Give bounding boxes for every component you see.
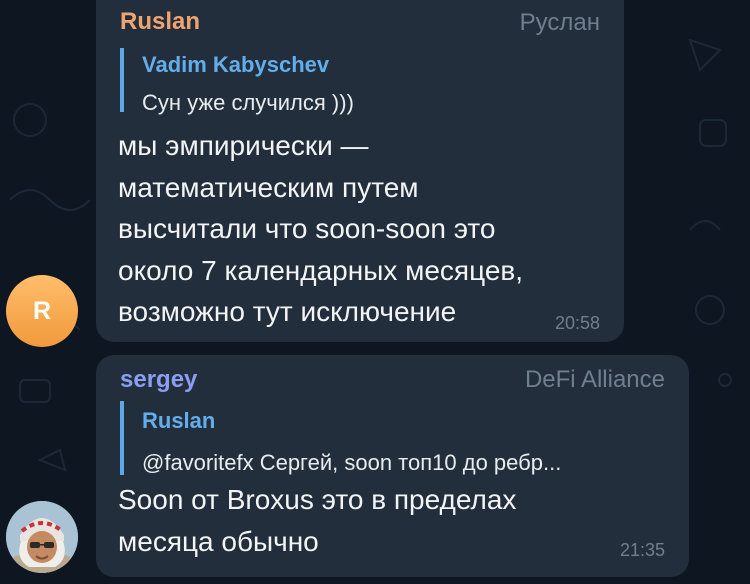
avatar[interactable]: R: [6, 275, 78, 347]
message-line: около 7 календарных месяцев,: [118, 254, 524, 286]
message-time: 21:35: [619, 540, 665, 560]
message-bubble[interactable]: Ruslan Руслан Vadim Kabyschev Сун уже сл…: [96, 0, 624, 342]
message-line: мы эмпирически —: [118, 130, 369, 161]
reply-text: Сун уже случился ))): [142, 90, 354, 115]
message-line: возможно тут исключение: [118, 296, 457, 328]
avatar[interactable]: [6, 501, 78, 573]
message-line: высчитали что soon-soon это: [118, 213, 496, 245]
avatar-letter: R: [32, 296, 52, 325]
sender-name[interactable]: Ruslan: [120, 8, 200, 36]
reply-text: @favoritefx Сергей, soon топ10 до ребр..…: [142, 450, 562, 475]
message-text: Soon от Broxus это в пределах месяца обы…: [118, 479, 516, 562]
reply-author: Vadim Kabyschev: [142, 52, 330, 77]
message-bubble[interactable]: sergey DeFi Alliance Ruslan @favoritefx …: [96, 355, 689, 577]
sender-title: Руслан: [519, 9, 600, 36]
reply-quote[interactable]: Ruslan @favoritefx Сергей, soon топ10 до…: [120, 401, 668, 475]
message-line: месяца обычно: [118, 525, 319, 557]
sender-name[interactable]: sergey: [120, 366, 197, 394]
message-time: 20:58: [554, 313, 600, 333]
reply-author: Ruslan: [142, 408, 216, 433]
message-line: Soon от Broxus это в пределах: [118, 484, 517, 515]
user-photo-icon: [6, 501, 78, 573]
message-line: математическим путем: [118, 171, 419, 203]
message-text: мы эмпирически — математическим путем вы…: [118, 125, 523, 333]
sender-title: DeFi Alliance: [524, 366, 665, 393]
reply-quote[interactable]: Vadim Kabyschev Сун уже случился ))): [120, 48, 540, 115]
